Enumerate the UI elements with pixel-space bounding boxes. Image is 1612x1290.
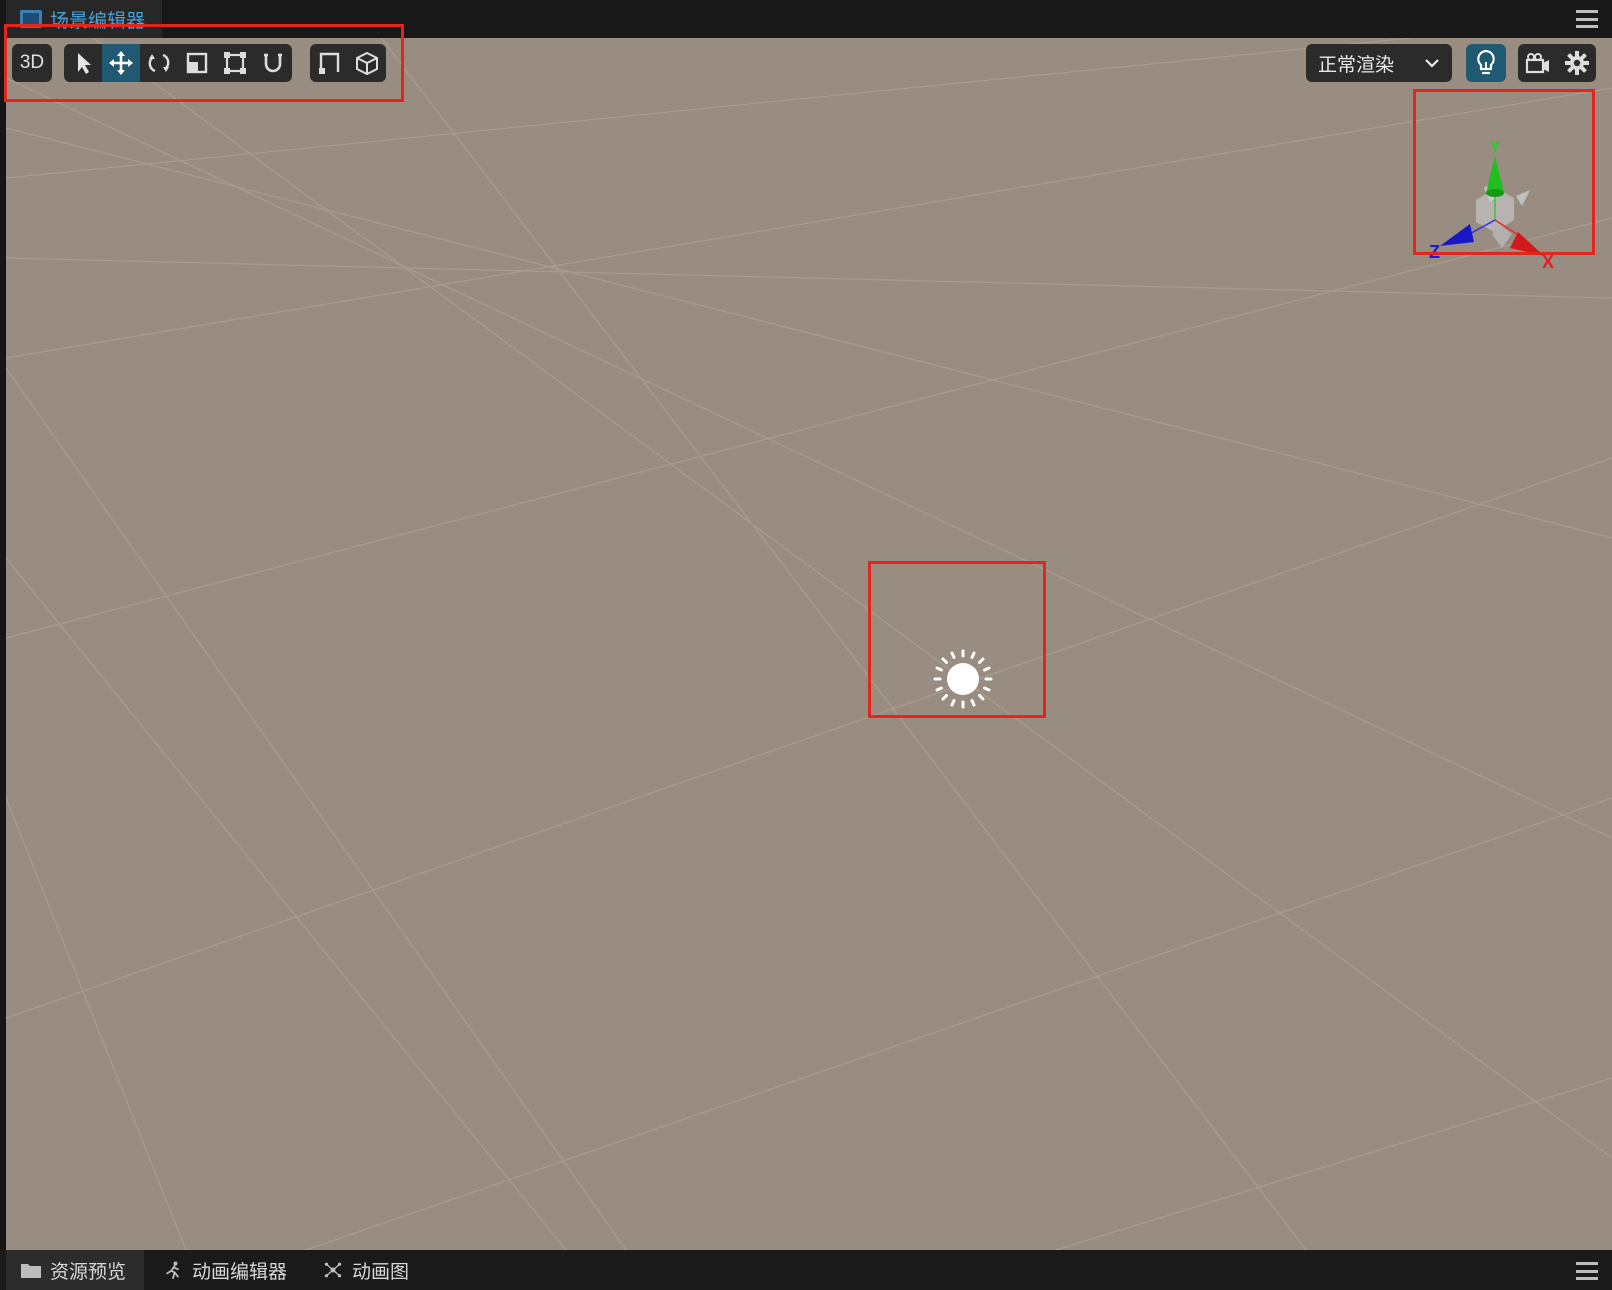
axis-x-label: X [1542, 252, 1554, 272]
lightbulb-icon [1477, 49, 1495, 75]
folder-icon [21, 1264, 41, 1278]
graph-icon [324, 1262, 342, 1278]
hamburger-menu-icon[interactable] [1576, 10, 1598, 28]
scene-lighting-button[interactable] [1466, 44, 1506, 82]
tab-animation-editor[interactable]: 动画编辑器 [148, 1250, 304, 1290]
scene-viewport[interactable]: Y Z X [6, 38, 1612, 1250]
running-figure-icon [166, 1261, 179, 1279]
tab-asset-preview-label: 资源预览 [50, 1260, 127, 1283]
bottom-tab-bar: 资源预览 动画编辑器 动画图 [0, 1250, 1612, 1290]
toolbar-highlight-box [4, 24, 404, 102]
tab-asset-preview[interactable]: 资源预览 [6, 1250, 144, 1290]
hamburger-menu-icon[interactable] [1576, 1262, 1598, 1280]
tab-animation-graph-label: 动画图 [352, 1260, 410, 1283]
render-mode-label: 正常渲染 [1318, 53, 1395, 76]
gear-icon[interactable] [1564, 50, 1590, 76]
gizmo-highlight-box [1413, 89, 1595, 255]
tab-animation-editor-label: 动画编辑器 [192, 1260, 288, 1283]
light-highlight-box [868, 561, 1046, 718]
render-mode-select[interactable]: 正常渲染 [1306, 44, 1452, 82]
floor-grid [6, 38, 1612, 1250]
camera-settings-group [1518, 44, 1596, 82]
camera-icon[interactable] [1525, 52, 1551, 74]
chevron-down-icon [1425, 59, 1439, 68]
tab-animation-graph[interactable]: 动画图 [308, 1250, 428, 1290]
